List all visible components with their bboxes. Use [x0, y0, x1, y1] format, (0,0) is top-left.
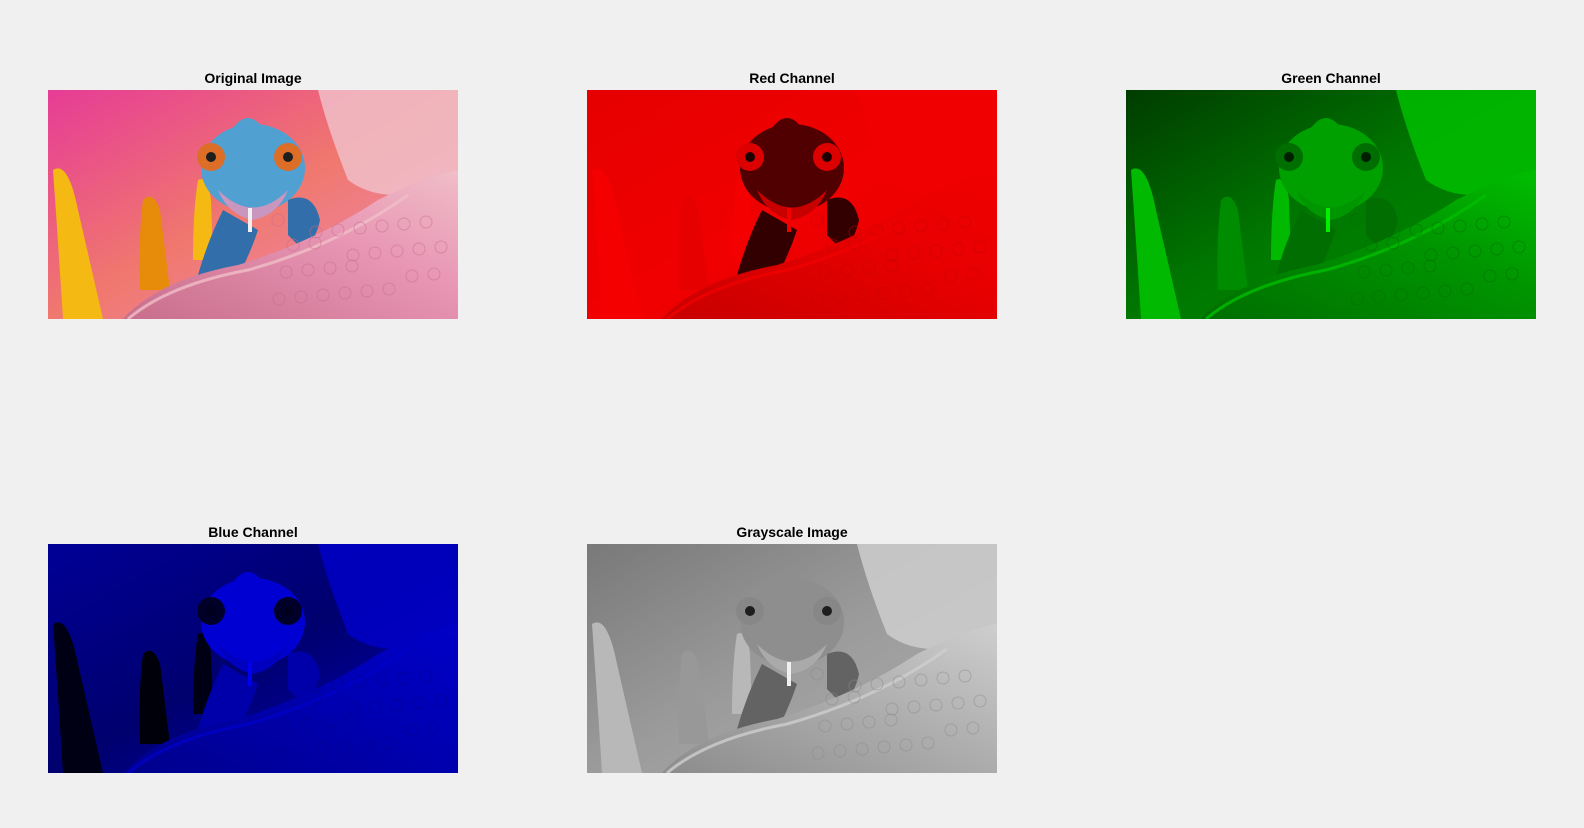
- chameleon-photo-red-channel: [587, 90, 997, 319]
- subplot-grayscale-image: Grayscale Image: [587, 524, 997, 774]
- pupil-left: [206, 152, 216, 162]
- matlab-figure-window: Original Image Red Channel Green Channel…: [0, 0, 1584, 828]
- image-axes-green: [1126, 90, 1536, 319]
- pupil-right: [822, 152, 832, 162]
- image-axes-red: [587, 90, 997, 319]
- subplot-red-channel: Red Channel: [587, 70, 997, 320]
- chameleon-tongue: [787, 662, 791, 686]
- chameleon-tongue: [248, 208, 252, 232]
- subplot-title: Original Image: [204, 70, 302, 86]
- subplot-title: Blue Channel: [208, 524, 298, 540]
- chameleon-photo-grayscale: [587, 544, 997, 773]
- pupil-right: [283, 606, 293, 616]
- chameleon-tongue: [787, 208, 791, 232]
- chameleon-photo-blue-channel: [48, 544, 458, 773]
- chameleon-tongue: [248, 662, 252, 686]
- subplot-title: Green Channel: [1281, 70, 1381, 86]
- image-axes-grayscale: [587, 544, 997, 773]
- subplot-title: Grayscale Image: [736, 524, 848, 540]
- pupil-right: [1361, 152, 1371, 162]
- image-axes-blue: [48, 544, 458, 773]
- subplot-original-image: Original Image: [48, 70, 458, 320]
- chameleon-photo-green-channel: [1126, 90, 1536, 319]
- pupil-left: [1284, 152, 1294, 162]
- chameleon-tongue: [1326, 208, 1330, 232]
- pupil-right: [822, 606, 832, 616]
- pupil-left: [745, 606, 755, 616]
- chameleon-photo-original: [48, 90, 458, 319]
- pupil-left: [206, 606, 216, 616]
- subplot-title: Red Channel: [749, 70, 835, 86]
- pupil-left: [745, 152, 755, 162]
- subplot-green-channel: Green Channel: [1126, 70, 1536, 320]
- subplot-blue-channel: Blue Channel: [48, 524, 458, 774]
- pupil-right: [283, 152, 293, 162]
- image-axes-original: [48, 90, 458, 319]
